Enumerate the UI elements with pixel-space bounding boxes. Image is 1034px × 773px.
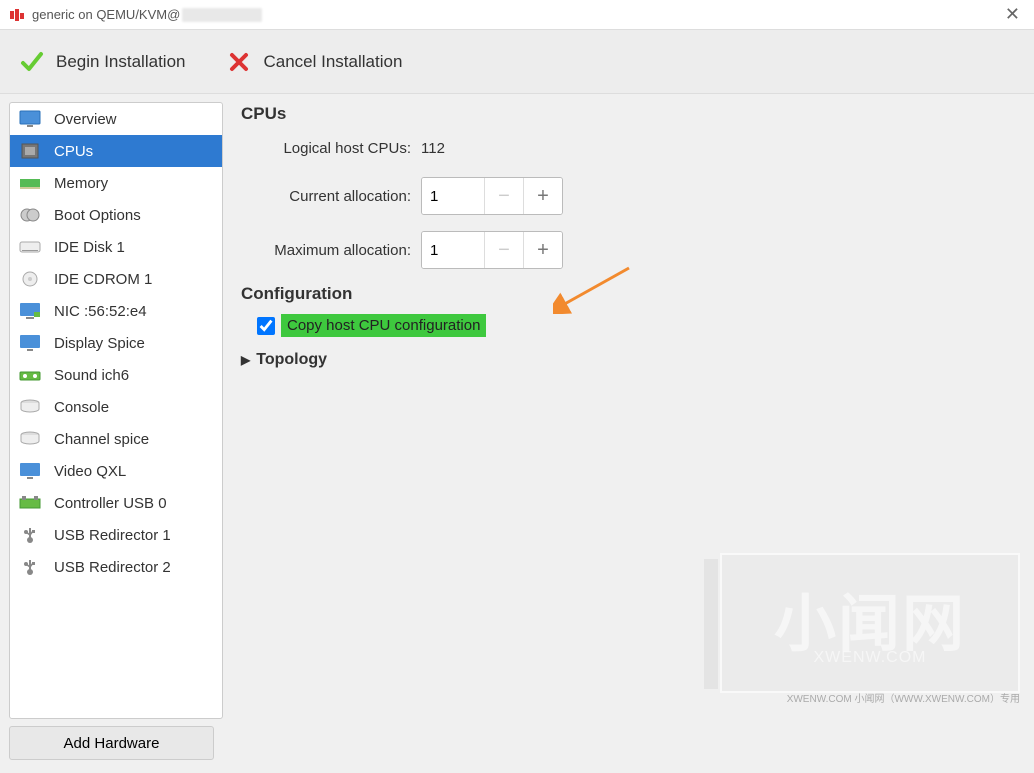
sidebar-item-usb-redirector-1[interactable]: USB Redirector 1 [10,519,222,551]
topology-expander[interactable]: ▶ Topology [241,351,1016,369]
usb-icon [16,556,44,578]
sidebar-item-video-qxl[interactable]: Video QXL [10,455,222,487]
max-allocation-label: Maximum allocation: [241,242,421,259]
cpu-icon [16,140,44,162]
disk-icon [16,236,44,258]
sidebar-item-nic-56-52-e4[interactable]: NIC :56:52:e4 [10,295,222,327]
sound-icon [16,364,44,386]
memory-icon [16,172,44,194]
watermark: 小闻网 XWENW.COM [720,553,1020,693]
nic-icon [16,300,44,322]
current-decrement-button[interactable]: − [484,178,523,214]
sidebar-item-label: Console [54,399,109,416]
sidebar-item-display-spice[interactable]: Display Spice [10,327,222,359]
logical-cpus-value: 112 [421,140,445,157]
sidebar-item-sound-ich6[interactable]: Sound ich6 [10,359,222,391]
display-icon [16,332,44,354]
sidebar-item-ide-cdrom-1[interactable]: IDE CDROM 1 [10,263,222,295]
sidebar-item-usb-redirector-2[interactable]: USB Redirector 2 [10,551,222,583]
toolbar: Begin Installation Cancel Installation [0,30,1034,94]
boot-icon [16,204,44,226]
sidebar-item-label: Controller USB 0 [54,495,167,512]
video-icon [16,460,44,482]
sidebar-item-label: USB Redirector 2 [54,559,171,576]
sidebar-item-boot-options[interactable]: Boot Options [10,199,222,231]
sidebar-item-label: Memory [54,175,108,192]
max-allocation-input[interactable] [422,232,484,268]
watermark-side [704,559,718,689]
sidebar-item-label: Video QXL [54,463,126,480]
sidebar-item-console[interactable]: Console [10,391,222,423]
hardware-sidebar: Overview CPUs Memory Boot Options IDE Disk 1… [9,102,223,719]
content-pane: CPUs Logical host CPUs: 112 Current allo… [223,94,1034,719]
monitor-icon [16,108,44,130]
window-title: generic on QEMU/KVM@ [32,7,1001,23]
sidebar-item-controller-usb-0[interactable]: Controller USB 0 [10,487,222,519]
logical-cpus-label: Logical host CPUs: [241,140,421,157]
sidebar-item-label: IDE CDROM 1 [54,271,152,288]
begin-installation-button[interactable]: Begin Installation [10,42,193,82]
current-increment-button[interactable]: + [523,178,562,214]
window-titlebar: generic on QEMU/KVM@ ✕ [0,0,1034,30]
topology-label: Topology [256,351,327,369]
cpus-title: CPUs [241,104,1016,124]
sidebar-item-memory[interactable]: Memory [10,167,222,199]
sidebar-item-cpus[interactable]: CPUs [10,135,222,167]
sidebar-item-label: Channel spice [54,431,149,448]
controller-icon [16,492,44,514]
usb-icon [16,524,44,546]
checkmark-icon [18,48,46,76]
sidebar-item-label: CPUs [54,143,93,160]
current-allocation-spinner: − + [421,177,563,215]
watermark-footer: XWENW.COM 小闻网（WWW.XWENW.COM）专用 [787,690,1020,705]
close-icon[interactable]: ✕ [1001,4,1024,25]
sidebar-item-overview[interactable]: Overview [10,103,222,135]
sidebar-item-label: USB Redirector 1 [54,527,171,544]
add-hardware-button[interactable]: Add Hardware [9,726,214,760]
sidebar-item-label: Sound ich6 [54,367,129,384]
sidebar-item-ide-disk-1[interactable]: IDE Disk 1 [10,231,222,263]
cdrom-icon [16,268,44,290]
max-decrement-button[interactable]: − [484,232,523,268]
expander-triangle-icon: ▶ [241,353,250,367]
sidebar-item-label: Boot Options [54,207,141,224]
sidebar-item-label: Display Spice [54,335,145,352]
copy-host-cpu-checkbox[interactable] [257,317,275,335]
current-allocation-input[interactable] [422,178,484,214]
configuration-title: Configuration [241,284,1016,304]
sidebar-item-channel-spice[interactable]: Channel spice [10,423,222,455]
sidebar-item-label: NIC :56:52:e4 [54,303,147,320]
channel-icon [16,428,44,450]
copy-host-cpu-label: Copy host CPU configuration [281,314,486,337]
cancel-installation-button[interactable]: Cancel Installation [217,42,410,82]
virt-manager-icon [10,7,26,23]
sidebar-item-label: IDE Disk 1 [54,239,125,256]
max-allocation-spinner: − + [421,231,563,269]
console-icon [16,396,44,418]
sidebar-item-label: Overview [54,111,117,128]
cancel-icon [225,48,253,76]
current-allocation-label: Current allocation: [241,188,421,205]
max-increment-button[interactable]: + [523,232,562,268]
